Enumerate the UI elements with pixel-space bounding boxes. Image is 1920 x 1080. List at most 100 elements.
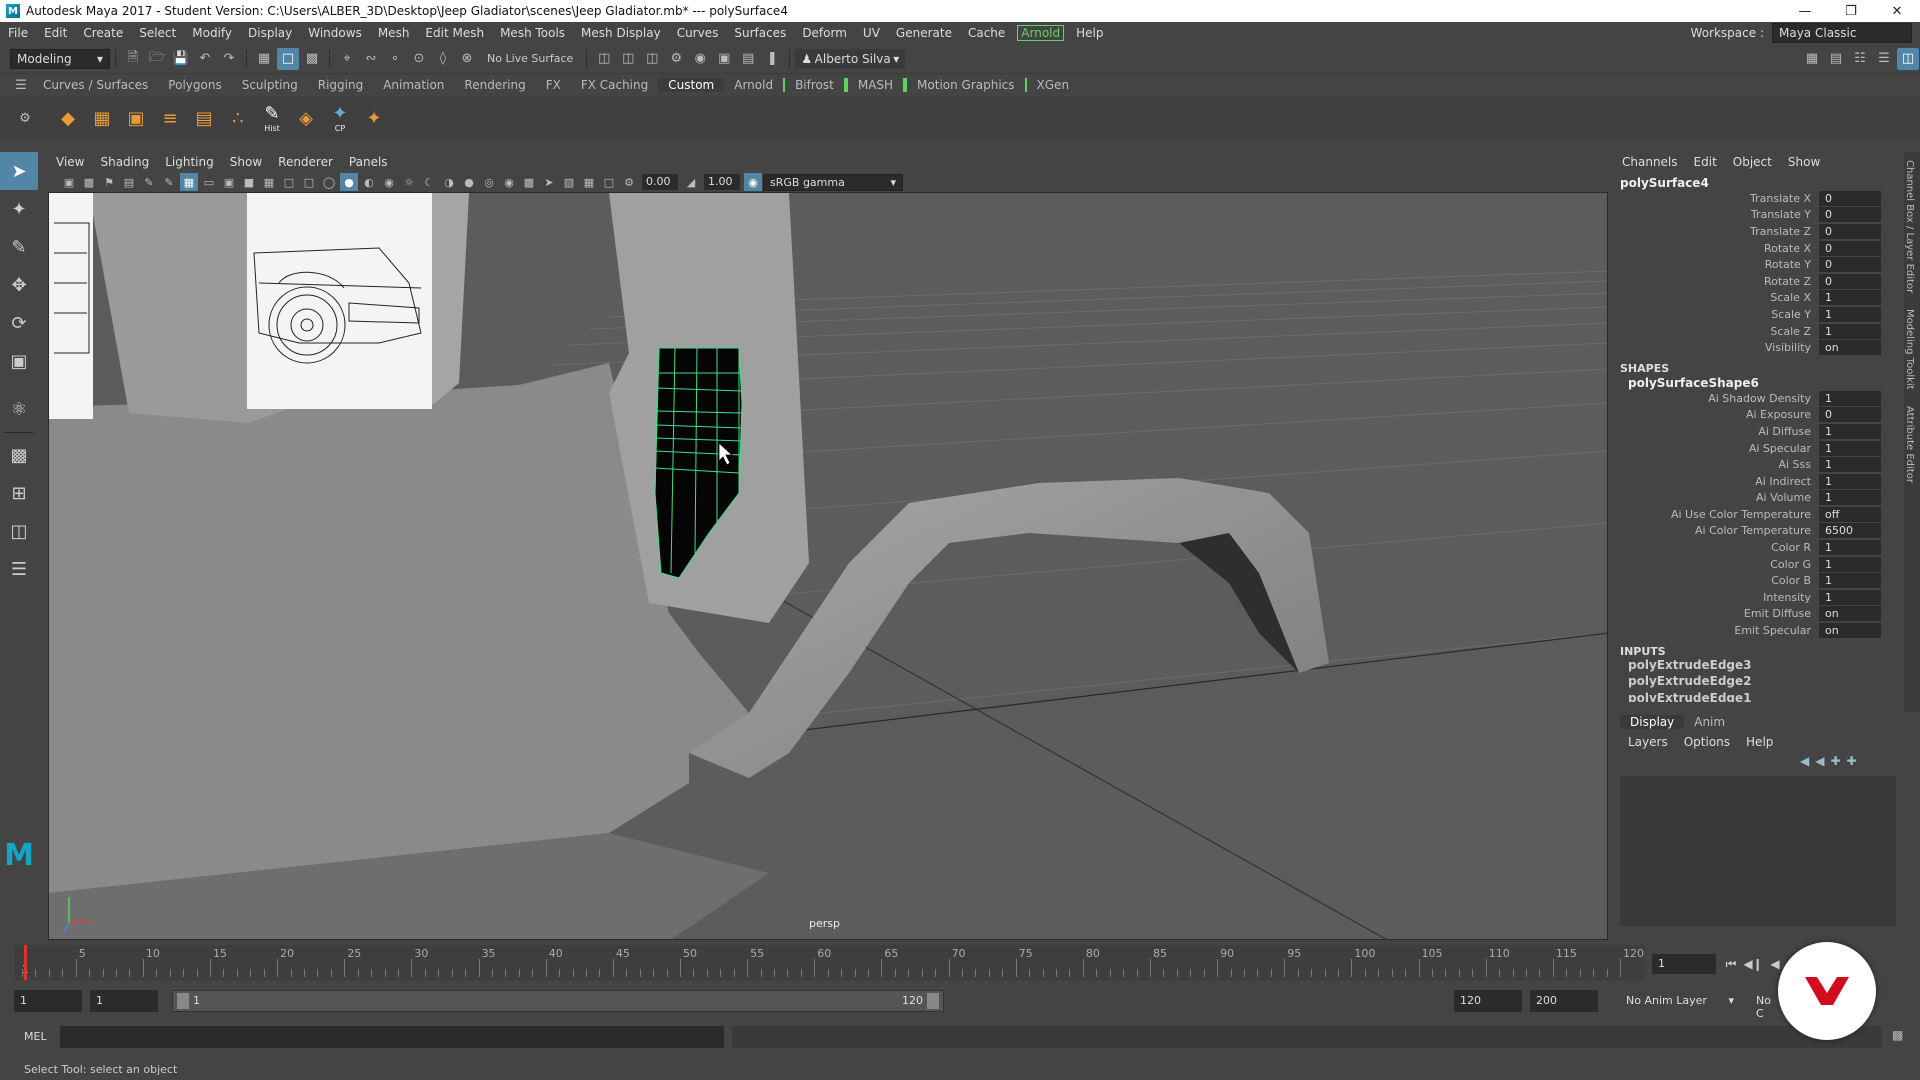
attribute-value-field[interactable]: 1 <box>1819 390 1881 406</box>
playback-end-field[interactable]: 120 <box>1454 990 1522 1012</box>
attribute-label[interactable]: Rotate Y <box>1614 258 1819 271</box>
input-node[interactable]: polyExtrudeEdge3 <box>1614 657 1890 674</box>
image-plane-icon[interactable]: ▤ <box>120 173 138 191</box>
attribute-row[interactable]: Color G1 <box>1614 556 1890 573</box>
view-transform-dropdown[interactable]: sRGB gamma ▾ <box>763 173 903 191</box>
attribute-row[interactable]: Ai Indirect 1 <box>1614 473 1890 490</box>
channel-box-icon[interactable]: ☰ <box>1873 48 1895 70</box>
attribute-row[interactable]: Translate Y0 <box>1614 207 1890 224</box>
viewport-3d[interactable]: persp <box>48 192 1608 940</box>
tab-polygons[interactable]: Polygons <box>158 78 231 92</box>
viewport-menu-view[interactable]: View <box>48 155 92 169</box>
modeling-toolkit-icon[interactable]: ▦ <box>1801 48 1823 70</box>
xray-components-icon[interactable]: ▦ <box>580 173 598 191</box>
attribute-row[interactable]: Ai Color Temperature 6500 <box>1614 523 1890 540</box>
attribute-label[interactable]: Visibility <box>1614 341 1819 354</box>
attribute-row[interactable]: Emit Specular on <box>1614 622 1890 639</box>
layer-menu-help[interactable]: Help <box>1738 735 1781 749</box>
layer-list[interactable] <box>1620 776 1896 926</box>
motion-blur-icon[interactable]: ● <box>460 173 478 191</box>
lasso-tool-icon[interactable]: ✦ <box>0 190 38 228</box>
attribute-value-field[interactable]: 1 <box>1819 457 1881 473</box>
range-end-handle[interactable] <box>927 993 939 1009</box>
attribute-value-field[interactable]: 1 <box>1819 490 1881 506</box>
attribute-value-field[interactable]: off <box>1819 506 1881 522</box>
snap-curve-icon[interactable]: ∾ <box>360 48 382 70</box>
make-live-icon[interactable]: ⊗ <box>456 48 478 70</box>
menu-deform[interactable]: Deform <box>794 26 855 40</box>
move-layer-up-icon[interactable]: ◀ <box>1800 754 1809 768</box>
close-icon[interactable]: ✕ <box>1874 0 1920 22</box>
tab-fx-caching[interactable]: FX Caching <box>571 78 658 92</box>
attribute-value-field[interactable]: 1 <box>1819 473 1881 489</box>
restore-icon[interactable]: ❐ <box>1828 0 1874 22</box>
select-hierarchy-icon[interactable]: ▦ <box>253 48 275 70</box>
attribute-row[interactable]: Scale Y1 <box>1614 306 1890 323</box>
attribute-value-field[interactable]: 1 <box>1819 306 1881 322</box>
light-editor-icon[interactable]: ▤ <box>737 48 759 70</box>
new-layer-selected-icon[interactable]: ✚ <box>1847 754 1857 768</box>
camera-attributes-icon[interactable]: ▩ <box>80 173 98 191</box>
outliner-layout-icon[interactable]: ☰ <box>0 550 38 588</box>
single-perspective-icon[interactable]: ▩ <box>0 436 38 474</box>
attribute-label[interactable]: Ai Shadow Density <box>1614 392 1819 405</box>
attribute-value-field[interactable]: 1 <box>1819 540 1881 556</box>
attribute-row[interactable]: Translate Z0 <box>1614 223 1890 240</box>
menu-mesh-display[interactable]: Mesh Display <box>573 26 669 40</box>
attribute-value-field[interactable]: 1 <box>1819 556 1881 572</box>
input-node[interactable]: polyExtrudeEdge2 <box>1614 673 1890 690</box>
menu-edit-mesh[interactable]: Edit Mesh <box>417 26 492 40</box>
delete-history-icon[interactable]: ✎ Hist <box>257 102 287 134</box>
smooth-shade-icon[interactable]: ● <box>340 173 358 191</box>
freeze-transforms-icon[interactable]: ▣ <box>121 102 151 134</box>
backface-culling-icon[interactable]: □ <box>600 173 618 191</box>
attribute-value-field[interactable]: 0 <box>1819 257 1881 273</box>
center-pivot-icon[interactable]: ◆ <box>53 102 83 134</box>
xray-icon[interactable]: ➤ <box>540 173 558 191</box>
attribute-row[interactable]: Intensity 1 <box>1614 589 1890 606</box>
attribute-row[interactable]: Translate X0 <box>1614 190 1890 207</box>
attribute-value-field[interactable]: 1 <box>1819 589 1881 605</box>
attribute-row[interactable]: Ai Use Color Temperature off <box>1614 506 1890 523</box>
menu-display[interactable]: Display <box>240 26 300 40</box>
attribute-value-field[interactable]: 0 <box>1819 223 1881 239</box>
tab-arnold[interactable]: Arnold <box>724 78 783 92</box>
tab-mash[interactable]: MASH <box>845 78 906 92</box>
tab-custom[interactable]: Custom <box>658 78 725 92</box>
render-view-icon[interactable]: ◫ <box>593 48 615 70</box>
attribute-label[interactable]: Rotate Z <box>1614 275 1819 288</box>
film-gate-icon[interactable]: ▭ <box>200 173 218 191</box>
tab-channel-box-layer-editor[interactable]: Channel Box / Layer Editor <box>1904 152 1915 301</box>
render-frame-icon[interactable]: ◫ <box>617 48 639 70</box>
shelf-menu-icon[interactable]: ☰ <box>10 74 32 96</box>
screen-space-ao-icon[interactable]: ◑ <box>440 173 458 191</box>
attribute-row[interactable]: Ai Exposure 0 <box>1614 407 1890 424</box>
resolution-gate-icon[interactable]: ▣ <box>220 173 238 191</box>
attribute-value-field[interactable]: 0 <box>1819 273 1881 289</box>
four-view-icon[interactable]: ⊞ <box>0 474 38 512</box>
channel-menu-object[interactable]: Object <box>1725 155 1780 169</box>
attribute-value-field[interactable]: 0 <box>1819 407 1881 423</box>
attribute-label[interactable]: Color B <box>1614 574 1819 587</box>
arnold-render-icon[interactable]: ❚ <box>761 48 783 70</box>
ipr-render-icon[interactable]: ◫ <box>641 48 663 70</box>
menu-edit[interactable]: Edit <box>36 26 75 40</box>
step-back-icon[interactable]: ◀❙ <box>1742 957 1764 971</box>
attribute-label[interactable]: Emit Specular <box>1614 624 1819 637</box>
attribute-row[interactable]: Color R1 <box>1614 539 1890 556</box>
new-scene-icon[interactable]: 🗎 <box>122 48 144 70</box>
viewport-menu-panels[interactable]: Panels <box>341 155 396 169</box>
command-input[interactable] <box>60 1026 724 1048</box>
scene-start-field[interactable]: 1 <box>14 990 82 1012</box>
go-to-start-icon[interactable]: ⏮ <box>1720 957 1742 972</box>
snap-view-icon[interactable]: ⊙ <box>408 48 430 70</box>
delete-edge-icon[interactable]: ∴ <box>223 102 253 134</box>
layer-editor-icon[interactable]: ◫ <box>1897 47 1919 70</box>
menu-create[interactable]: Create <box>75 26 131 40</box>
attribute-label[interactable]: Ai Diffuse <box>1614 425 1819 438</box>
wireframe-icon[interactable]: ◯ <box>320 173 338 191</box>
tab-anim[interactable]: Anim <box>1684 715 1735 729</box>
menu-mesh[interactable]: Mesh <box>370 26 418 40</box>
gate-mask-icon[interactable]: ■ <box>240 173 258 191</box>
tab-bifrost[interactable]: Bifrost <box>783 78 846 92</box>
